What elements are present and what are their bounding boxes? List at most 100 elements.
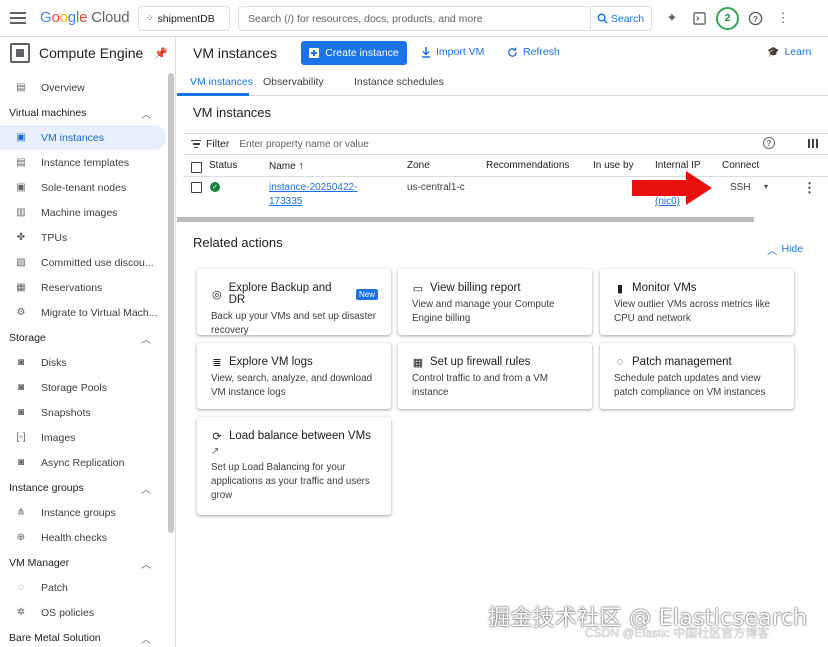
calendar-icon: ▦ <box>16 282 26 293</box>
sidebar-header: Compute Engine <box>0 37 175 68</box>
sidebar: Compute Engine 📌 ▤ Overview Virtual machin… <box>0 37 176 647</box>
sidebar-item-machine-images[interactable]: ▥ Machine images <box>0 200 175 225</box>
sidebar-item-async-replication[interactable]: ◙ Async Replication <box>0 450 175 475</box>
image-icon: [▫] <box>16 432 26 443</box>
machine-image-icon: ▥ <box>16 207 26 218</box>
chevron-up-icon: ︿ <box>141 110 151 121</box>
new-badge: New <box>355 288 378 300</box>
sidebar-item-tpus[interactable]: ✤ TPUs <box>0 225 175 250</box>
project-name: shipmentDB <box>157 12 215 25</box>
refresh-icon <box>508 47 517 57</box>
column-header-internal-ip[interactable]: Internal IP <box>655 160 701 171</box>
card-monitor-vms[interactable]: ▮ Monitor VMs View outlier VMs across met… <box>600 269 794 335</box>
import-vm-button[interactable]: Import VM <box>421 46 484 58</box>
sidebar-item-instance-templates[interactable]: ▤ Instance templates <box>0 150 175 175</box>
snapshot-icon: ◙ <box>17 407 25 418</box>
column-header-connect[interactable]: Connect <box>722 160 759 171</box>
policy-icon: ✲ <box>16 607 26 618</box>
create-instance-button[interactable]: Create instance <box>301 41 407 65</box>
dashboard-icon: ▤ <box>16 82 26 93</box>
select-all-checkbox[interactable] <box>191 162 202 173</box>
red-arrow-annotation <box>632 171 712 205</box>
hide-related-button[interactable]: ︿ Hide <box>767 243 803 258</box>
card-vm-logs[interactable]: ≣ Explore VM logs View, search, analyze, … <box>197 343 391 409</box>
notifications-badge[interactable]: 2 <box>716 7 739 30</box>
column-display-icon[interactable] <box>808 139 818 148</box>
filter-input[interactable]: Enter property name or value <box>239 139 369 150</box>
sidebar-item-disks[interactable]: ◙ Disks <box>0 350 175 375</box>
search-input[interactable]: Search (/) for resources, docs, products… <box>238 6 591 31</box>
ssh-button[interactable]: SSH <box>730 182 751 193</box>
card-patch-management[interactable]: ◌ Patch management Schedule patch updates… <box>600 343 794 409</box>
tab-vm-instances[interactable]: VM instances <box>190 76 253 88</box>
sidebar-item-images[interactable]: [▫] Images <box>0 425 175 450</box>
more-vert-icon[interactable]: ⋮ <box>774 9 792 27</box>
sidebar-scrollbar[interactable] <box>168 73 174 533</box>
sidebar-section-virtual-machines[interactable]: Virtual machines ︿ <box>0 100 175 125</box>
table-horizontal-scrollbar[interactable] <box>177 217 754 222</box>
sort-ascending-icon: ↑ <box>298 160 304 172</box>
sidebar-section-vm-manager[interactable]: VM Manager ︿ <box>0 550 175 575</box>
help-circle-icon[interactable]: ? <box>763 137 775 149</box>
row-more-actions-icon[interactable]: ⋮ <box>803 180 816 196</box>
chart-icon: ▮ <box>616 282 624 295</box>
card-load-balance[interactable]: ⟳ Load balance between VMs ↗ Set up Load … <box>197 417 391 515</box>
row-checkbox[interactable] <box>191 182 202 193</box>
sidebar-item-overview[interactable]: ▤ Overview <box>0 75 175 100</box>
column-header-in-use-by[interactable]: In use by <box>593 160 634 171</box>
search-button[interactable]: Search <box>590 6 652 31</box>
hamburger-menu-icon[interactable] <box>10 12 26 24</box>
refresh-button[interactable]: Refresh <box>507 46 560 58</box>
project-picker[interactable]: ⁘ shipmentDB <box>138 6 230 31</box>
gemini-sparkle-icon[interactable]: ✦ <box>663 9 681 27</box>
compute-engine-icon <box>10 42 30 63</box>
sidebar-item-instance-groups[interactable]: ⋔ Instance groups <box>0 500 175 525</box>
sidebar-item-snapshots[interactable]: ◙ Snapshots <box>0 400 175 425</box>
search-icon <box>597 13 608 24</box>
percent-icon: ▧ <box>16 257 26 268</box>
chevron-up-icon: ︿ <box>141 485 151 496</box>
sidebar-item-sole-tenant-nodes[interactable]: ▣ Sole-tenant nodes <box>0 175 175 200</box>
watermark-csdn: CSDN @Elastic 中国社区官方博客 <box>585 626 770 640</box>
column-header-recommendations[interactable]: Recommendations <box>486 160 569 171</box>
project-icon: ⁘ <box>146 13 153 23</box>
firewall-icon: ▦ <box>412 356 424 369</box>
help-icon[interactable]: ? <box>746 9 764 27</box>
tab-instance-schedules[interactable]: Instance schedules <box>354 76 444 88</box>
card-backup-dr[interactable]: ◎ Explore Backup and DR New Back up your V… <box>197 269 391 336</box>
sidebar-item-committed-use-discou[interactable]: ▧ Committed use discou... <box>0 250 175 275</box>
cloud-shell-icon[interactable] <box>690 9 708 27</box>
load-balance-icon: ⟳ <box>212 430 222 443</box>
patch-icon: ◌ <box>616 356 624 368</box>
sidebar-item-storage-pools[interactable]: ◙ Storage Pools <box>0 375 175 400</box>
tab-observability[interactable]: Observability <box>263 76 324 88</box>
ssh-dropdown-icon[interactable]: ▾ <box>764 182 768 191</box>
instance-name-link[interactable]: instance-20250422- 173335 <box>269 181 357 209</box>
sidebar-section-storage[interactable]: Storage ︿ <box>0 325 175 350</box>
column-header-zone[interactable]: Zone <box>407 160 430 171</box>
tab-bar: VM instances Observability Instance sche… <box>177 70 828 96</box>
sidebar-item-patch[interactable]: ◌ Patch <box>0 575 175 600</box>
card-billing-report[interactable]: ▭ View billing report View and manage you… <box>398 269 592 335</box>
filter-label: Filter <box>206 138 230 150</box>
sidebar-item-migrate-to-virtual-mach[interactable]: ⚙ Migrate to Virtual Mach... <box>0 300 175 325</box>
sidebar-item-vm-instances[interactable]: ▣ VM instances <box>0 125 166 150</box>
sidebar-section-bare-metal-solution[interactable]: Bare Metal Solution ︿ <box>0 625 175 647</box>
sidebar-item-os-policies[interactable]: ✲ OS policies <box>0 600 175 625</box>
column-header-name[interactable]: Name ↑ <box>269 160 304 172</box>
sidebar-item-reservations[interactable]: ▦ Reservations <box>0 275 175 300</box>
billing-icon: ▭ <box>412 282 424 295</box>
divider <box>183 176 828 177</box>
main-content: VM instances Create instance Import VM R… <box>177 37 828 647</box>
pin-icon[interactable]: 📌 <box>154 47 168 60</box>
disk-icon: ◙ <box>17 357 25 368</box>
column-header-status[interactable]: Status <box>209 160 237 171</box>
learn-button[interactable]: 🎓 Learn <box>767 46 811 58</box>
node-icon: ▣ <box>16 182 26 193</box>
google-cloud-logo[interactable]: Google Cloud <box>40 9 130 26</box>
sidebar-section-instance-groups[interactable]: Instance groups ︿ <box>0 475 175 500</box>
storage-pool-icon: ◙ <box>17 382 25 393</box>
migrate-icon: ⚙ <box>16 307 26 318</box>
sidebar-item-health-checks[interactable]: ⊕ Health checks <box>0 525 175 550</box>
card-firewall-rules[interactable]: ▦ Set up firewall rules Control traffic t… <box>398 343 592 409</box>
